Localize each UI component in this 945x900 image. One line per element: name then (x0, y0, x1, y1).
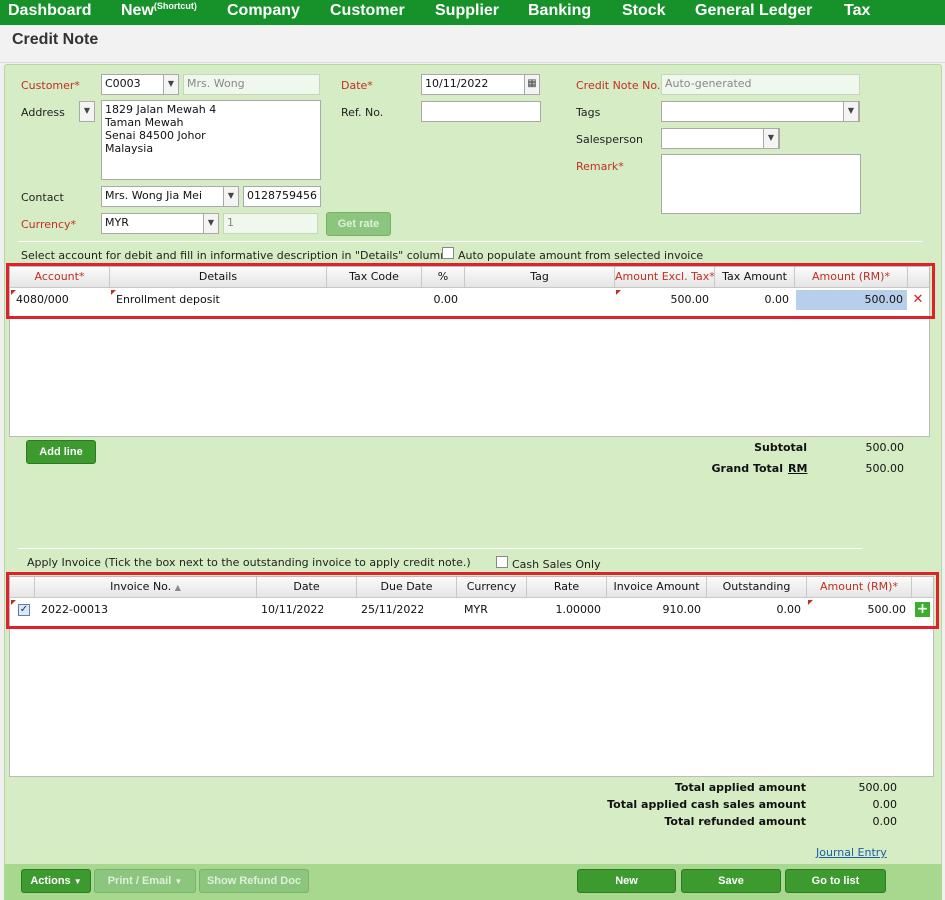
subtotal-label: Subtotal (754, 441, 807, 454)
nav-dashboard[interactable]: Dashboard (8, 2, 92, 20)
subtotal-value: 500.00 (865, 441, 905, 454)
calendar-icon[interactable]: ▦ (524, 74, 540, 95)
apply-invoice-instruction: Apply Invoice (Tick the box next to the … (27, 556, 471, 569)
cash-sales-label: Cash Sales Only (512, 558, 601, 571)
add-line-button[interactable]: Add line (26, 440, 96, 464)
nav-tax[interactable]: Tax (844, 2, 870, 20)
total-cash-sales-value: 0.00 (872, 798, 898, 811)
tags-dropdown-icon[interactable]: ▼ (843, 101, 859, 122)
nav-general-ledger[interactable]: General Ledger (695, 2, 812, 20)
title-bar (0, 25, 945, 63)
address-label: Address (21, 106, 65, 119)
contact-name-input[interactable]: Mrs. Wong Jia Mei (101, 186, 225, 207)
nav-stock[interactable]: Stock (622, 2, 666, 20)
top-nav: Dashboard New(Shortcut) Company Customer… (0, 0, 945, 25)
divider (18, 548, 862, 549)
highlight-invoice-row (6, 572, 939, 629)
account-instruction: Select account for debit and fill in inf… (21, 249, 451, 262)
address-line: Taman Mewah (105, 116, 184, 129)
total-applied-value: 500.00 (858, 781, 898, 794)
date-label: Date* (341, 79, 373, 92)
get-rate-button[interactable]: Get rate (326, 212, 391, 236)
nav-new-sup: (Shortcut) (153, 1, 197, 11)
address-dropdown-icon[interactable]: ▼ (79, 101, 95, 122)
rate-field: 1 (223, 213, 318, 234)
date-input[interactable]: 10/11/2022 (421, 74, 525, 95)
nav-supplier[interactable]: Supplier (435, 2, 499, 20)
address-textarea[interactable]: 1829 Jalan Mewah 4 Taman Mewah Senai 845… (101, 100, 321, 180)
total-cash-sales-label: Total applied cash sales amount (607, 798, 806, 811)
customer-dropdown-icon[interactable]: ▼ (163, 74, 179, 95)
address-line: Senai 84500 Johor (105, 129, 206, 142)
tags-label: Tags (576, 106, 601, 119)
salesperson-label: Salesperson (576, 133, 643, 146)
remark-textarea[interactable] (661, 154, 861, 214)
tags-select[interactable] (661, 101, 860, 122)
nav-banking[interactable]: Banking (528, 2, 591, 20)
nav-customer[interactable]: Customer (330, 2, 405, 20)
total-refunded-value: 0.00 (872, 815, 898, 828)
print-email-button[interactable]: Print / Email ▼ (94, 869, 196, 893)
grand-total-currency: RM (788, 462, 808, 475)
caret-down-icon: ▼ (73, 877, 82, 886)
ref-no-input[interactable] (421, 101, 541, 122)
currency-dropdown-icon[interactable]: ▼ (203, 213, 219, 234)
go-to-list-button[interactable]: Go to list (785, 869, 886, 893)
page-title: Credit Note (12, 31, 99, 48)
contact-label: Contact (21, 191, 64, 204)
address-line: 1829 Jalan Mewah 4 (105, 103, 217, 116)
remark-label: Remark* (576, 160, 624, 173)
save-button[interactable]: Save (681, 869, 781, 893)
nav-new[interactable]: New(Shortcut) (121, 1, 197, 20)
auto-populate-label: Auto populate amount from selected invoi… (458, 249, 704, 262)
total-applied-label: Total applied amount (674, 781, 806, 794)
total-refunded-label: Total refunded amount (664, 815, 806, 828)
customer-label: Customer* (21, 79, 80, 92)
new-button[interactable]: New (577, 869, 676, 893)
customer-name-field: Mrs. Wong (183, 74, 320, 95)
auto-populate-checkbox[interactable] (442, 247, 454, 259)
currency-select[interactable]: MYR (101, 213, 207, 234)
journal-entry-link[interactable]: Journal Entry (816, 846, 887, 859)
print-email-label: Print / Email (107, 875, 172, 887)
salesperson-dropdown-icon[interactable]: ▼ (763, 128, 779, 149)
grand-total-value: 500.00 (865, 462, 905, 475)
nav-new-label: New (121, 2, 154, 19)
address-line: Malaysia (105, 142, 154, 155)
actions-button[interactable]: Actions ▼ (21, 869, 91, 893)
cash-sales-checkbox[interactable] (496, 556, 508, 568)
customer-code-input[interactable]: C0003 (101, 74, 165, 95)
actions-label: Actions (30, 875, 71, 887)
divider (18, 241, 922, 242)
show-refund-doc-button[interactable]: Show Refund Doc (199, 869, 309, 893)
highlight-account-row (6, 263, 935, 319)
ref-no-label: Ref. No. (341, 106, 384, 119)
credit-note-no-label: Credit Note No.* (576, 79, 666, 92)
contact-dropdown-icon[interactable]: ▼ (223, 186, 239, 207)
nav-company[interactable]: Company (227, 2, 300, 20)
currency-label: Currency* (21, 218, 77, 231)
grand-total-label: Grand Total (711, 462, 783, 475)
contact-phone-input[interactable]: 0128759456 (243, 186, 321, 207)
caret-down-icon: ▼ (174, 877, 183, 886)
credit-note-no-field: Auto-generated (661, 74, 860, 95)
